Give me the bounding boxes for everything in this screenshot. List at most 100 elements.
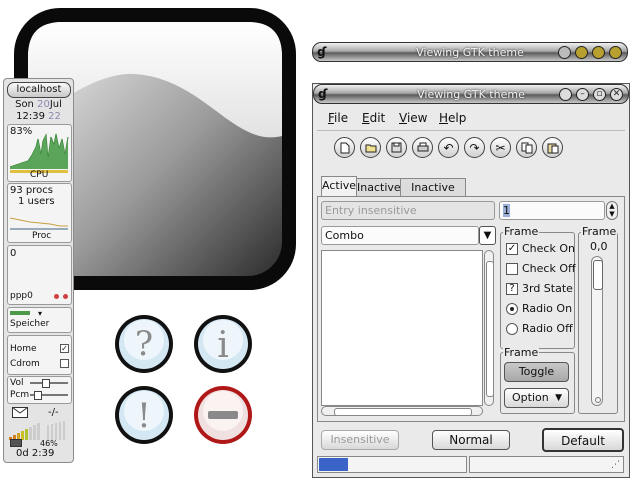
- maximize-button[interactable]: ▫: [593, 88, 606, 101]
- new-icon: [340, 142, 349, 153]
- horizontal-scrollbar[interactable]: [321, 406, 483, 416]
- svg-text:!: !: [137, 396, 151, 436]
- vertical-scrollbar-thumb[interactable]: [486, 261, 494, 397]
- entry-insensitive: Entry insensitive: [321, 201, 495, 220]
- progress-bar: [317, 456, 467, 473]
- pcm-label: Pcm: [10, 390, 30, 400]
- chevron-down-icon: ▾: [38, 309, 43, 318]
- hostname-button[interactable]: localhost: [7, 82, 71, 98]
- memory-label: Speicher: [10, 319, 50, 329]
- minimize-button[interactable]: –: [576, 88, 589, 101]
- weekday: Son: [15, 99, 34, 110]
- undo-icon: ↶: [443, 140, 454, 155]
- new-button[interactable]: [334, 137, 355, 158]
- scale-frame-label: Frame: [581, 225, 618, 238]
- redo-button[interactable]: ↷: [464, 137, 485, 158]
- tab-inactive-too[interactable]: Inactive too: [400, 178, 466, 212]
- svg-text:i: i: [217, 325, 229, 366]
- vertical-scale-handle[interactable]: [593, 260, 603, 290]
- vol-label: Vol: [10, 378, 24, 388]
- memory-panel[interactable]: ▾ Speicher: [7, 307, 72, 333]
- mixer-panel[interactable]: Vol Pcm: [7, 376, 72, 404]
- check-off-label[interactable]: Check Off: [522, 262, 576, 275]
- radio-on-button[interactable]: [506, 303, 518, 315]
- radio-on-label[interactable]: Radio On: [522, 302, 572, 315]
- clock: Son 20Jul 12:39 22: [4, 99, 73, 123]
- default-button[interactable]: Default: [542, 428, 624, 452]
- collapsed-titlebar[interactable]: ɠ Viewing GTK theme: [312, 42, 628, 62]
- save-button[interactable]: [386, 137, 407, 158]
- net-value: 0: [10, 248, 17, 259]
- disks-panel[interactable]: Home ✓ Cdrom: [7, 335, 72, 375]
- spin-arrows[interactable]: ▲ ▼: [606, 201, 618, 220]
- proc-panel[interactable]: 93 procs 1 users Proc: [7, 183, 72, 243]
- pcm-slider-handle[interactable]: [34, 391, 42, 400]
- warning-icon: !: [113, 384, 175, 446]
- check-on-checkbox[interactable]: ✓: [506, 243, 518, 255]
- copy-button[interactable]: [516, 137, 537, 158]
- proc-count: 93 procs: [10, 185, 53, 196]
- menu-help[interactable]: Help: [439, 111, 466, 125]
- collapsed-minimize-button[interactable]: [575, 46, 588, 59]
- resize-grip-icon[interactable]: ⋰: [611, 460, 620, 470]
- scale-end-marker: [595, 397, 601, 403]
- menu-file[interactable]: File: [328, 111, 348, 125]
- print-button[interactable]: [412, 137, 433, 158]
- spin-button-input[interactable]: 1: [499, 201, 605, 220]
- window-titlebar[interactable]: ɠ Viewing GTK theme – ▫ ✕: [313, 84, 629, 104]
- collapsed-maximize-button[interactable]: [592, 46, 605, 59]
- tab-inactive[interactable]: Inactive: [356, 178, 401, 198]
- third-state-checkbox[interactable]: ?: [506, 283, 518, 295]
- tab-active[interactable]: Active: [321, 176, 357, 198]
- radio-off-button[interactable]: [506, 323, 518, 335]
- vertical-scrollbar[interactable]: [484, 250, 494, 406]
- combo-entry[interactable]: Combo: [321, 226, 479, 245]
- disk-cdrom-label: Cdrom: [10, 359, 40, 369]
- vertical-scale[interactable]: [591, 256, 603, 406]
- copy-icon: [521, 142, 532, 153]
- collapsed-menu-button[interactable]: [558, 46, 571, 59]
- open-icon: [365, 144, 376, 152]
- check-on-label[interactable]: Check On: [522, 242, 575, 255]
- collapsed-close-button[interactable]: [609, 46, 622, 59]
- normal-button[interactable]: Normal: [432, 430, 510, 450]
- status-bar: [469, 456, 624, 473]
- month: Jul: [49, 99, 62, 110]
- info-icon: i: [192, 313, 254, 375]
- disk-home-label: Home: [10, 344, 37, 354]
- net-label: ppp0: [10, 291, 33, 301]
- mail-icon[interactable]: [12, 407, 28, 418]
- window-menu-button[interactable]: [559, 88, 572, 101]
- collapsed-window: ɠ Viewing GTK theme: [312, 42, 628, 64]
- radio-off-label[interactable]: Radio Off: [522, 322, 573, 335]
- options-frame-label: Frame: [503, 225, 540, 238]
- rx-led-icon: [54, 294, 59, 299]
- option-menu-button[interactable]: Option ▼: [504, 388, 569, 408]
- disk-cdrom-checkbox[interactable]: [60, 359, 69, 368]
- insensitive-button: Insensitive: [321, 430, 399, 450]
- paste-button[interactable]: [542, 137, 563, 158]
- close-button[interactable]: ✕: [610, 88, 623, 101]
- toggle-frame-label: Frame: [503, 346, 540, 359]
- redo-icon: ↷: [469, 140, 480, 155]
- open-button[interactable]: [360, 137, 381, 158]
- question-icon: ?: [113, 313, 175, 375]
- horizontal-scrollbar-thumb[interactable]: [334, 408, 472, 416]
- disk-home-checkbox[interactable]: ✓: [60, 344, 69, 353]
- undo-button[interactable]: ↶: [438, 137, 459, 158]
- net-panel[interactable]: 0 ppp0: [7, 245, 72, 305]
- menu-edit[interactable]: Edit: [362, 111, 385, 125]
- progress-bar-fill: [319, 458, 349, 471]
- text-view[interactable]: [321, 250, 483, 406]
- gtk-theme-window: ɠ Viewing GTK theme – ▫ ✕ File Edit View…: [312, 83, 630, 478]
- vol-slider-handle[interactable]: [42, 379, 50, 388]
- combo-dropdown-button[interactable]: ▼: [479, 226, 496, 245]
- cut-button[interactable]: ✂: [490, 137, 511, 158]
- mail-count: -/-: [48, 407, 59, 418]
- toggle-button[interactable]: Toggle: [504, 362, 569, 382]
- spin-value: 1: [503, 204, 510, 217]
- third-state-label[interactable]: 3rd State: [522, 282, 573, 295]
- check-off-checkbox[interactable]: [506, 263, 518, 275]
- cpu-panel[interactable]: 83% CPU: [7, 124, 72, 182]
- menu-view[interactable]: View: [399, 111, 427, 125]
